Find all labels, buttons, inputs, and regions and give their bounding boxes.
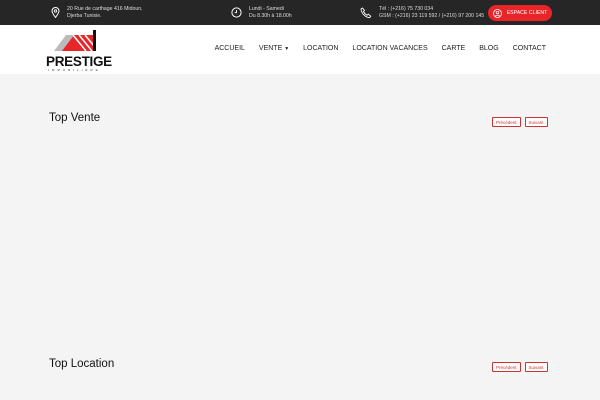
nav-location[interactable]: LOCATION xyxy=(303,45,338,52)
nav-location-vacances[interactable]: LOCATION VACANCES xyxy=(352,45,427,52)
address-line-1: 20 Rue de carthage 416 Midoun, xyxy=(67,6,143,12)
hours-time: Du 8.30h à 18.00h xyxy=(249,12,292,19)
logo-roof-icon xyxy=(54,30,96,52)
section-title-top-vente: Top Vente xyxy=(49,112,101,124)
header: PRESTIGE IMMOBILIÈRE ACCUEIL VENTE ▼ LOC… xyxy=(0,25,600,74)
section-title-top-location: Top Location xyxy=(49,358,115,370)
phone-gsm: GSM : (+216) 23 119 592 / (+216) 97 200 … xyxy=(379,12,485,19)
prev-button[interactable]: Précédent xyxy=(492,117,521,127)
phone-icon xyxy=(360,6,372,18)
next-button[interactable]: Suivant xyxy=(524,117,548,127)
hours-info: Lundi - Samedi Du 8.30h à 18.00h xyxy=(231,6,292,19)
phone-info: Tél : (+216) 75 730 034 GSM : (+216) 23 1… xyxy=(360,6,484,19)
logo-subtitle: IMMOBILIÈRE xyxy=(48,68,101,72)
address-line-2: Djerba Tunisie. xyxy=(67,12,102,19)
nav-vente[interactable]: VENTE ▼ xyxy=(259,45,289,52)
prev-button[interactable]: Précédent xyxy=(492,362,521,372)
logo[interactable]: PRESTIGE IMMOBILIÈRE xyxy=(46,29,112,72)
nav-blog[interactable]: BLOG xyxy=(479,45,498,52)
user-icon xyxy=(492,8,502,18)
clock-icon xyxy=(231,7,242,18)
nav-contact[interactable]: CONTACT xyxy=(513,45,546,52)
top-location-pager: Précédent Suivant xyxy=(492,362,548,372)
top-bar: 20 Rue de carthage 416 Midoun, Djerba Tun… xyxy=(0,0,600,25)
espace-client-button[interactable]: ESPACE CLIENT xyxy=(488,5,552,21)
nav-accueil[interactable]: ACCUEIL xyxy=(215,45,245,52)
nav-carte[interactable]: CARTE xyxy=(442,45,466,52)
nav-vente-label: VENTE xyxy=(258,45,283,52)
top-vente-pager: Précédent Suivant xyxy=(492,117,548,127)
next-button[interactable]: Suivant xyxy=(524,362,548,372)
caret-down-icon: ▼ xyxy=(284,46,290,52)
espace-client-label: ESPACE CLIENT xyxy=(506,9,548,16)
location-pin-icon xyxy=(51,7,60,18)
logo-name: PRESTIGE xyxy=(46,54,112,69)
address-info: 20 Rue de carthage 416 Midoun, Djerba Tun… xyxy=(51,6,143,19)
main-nav: ACCUEIL VENTE ▼ LOCATION LOCATION VACANC… xyxy=(215,45,546,52)
